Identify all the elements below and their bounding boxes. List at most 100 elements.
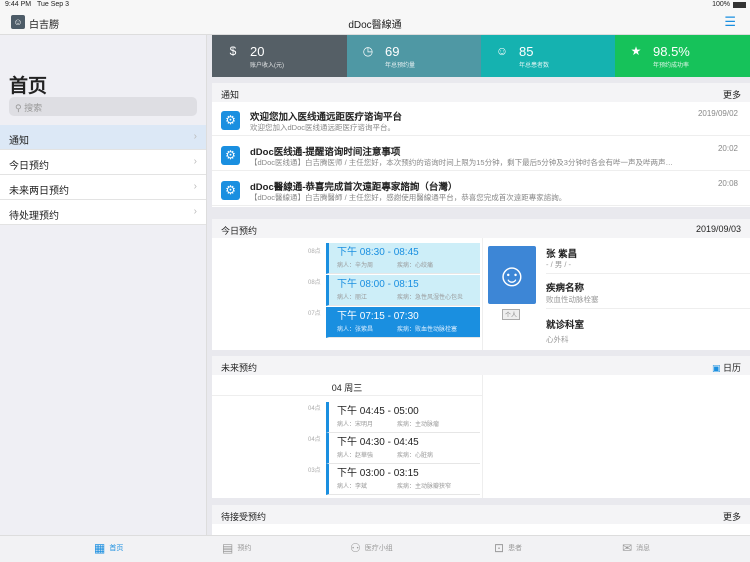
appointment-patient: 病人：李斌 [337,484,368,490]
appointment-disease: 疾病：心脏病 [397,453,434,459]
notice-more-link[interactable]: 更多 [723,88,741,101]
battery-level: 100% [712,1,730,8]
appointment-time: 下午 03:00 - 03:15 [337,468,419,479]
future-day: 04 周三 [331,383,363,393]
stat-value: 98.5% [653,44,690,59]
patient-avatar-icon: ☺ [488,246,536,304]
sidebar-item-pending[interactable]: 待处理预约 › [0,200,206,225]
tab-appointments[interactable]: ▤ 预约 [222,540,251,556]
chevron-right-icon: › [193,181,197,192]
appointment-disease: 疾病：急性风湿性心包炎 [397,295,464,301]
appointment-card-selected[interactable]: 下午 07:15 - 07:30 病人：张紫昌 疾病：败血性动脉栓塞 [326,307,480,338]
stat-label: 账户收入(元) [250,63,284,69]
stat-label: 年总预约量 [385,63,416,69]
sidebar-item-label: 通知 [9,136,29,147]
sidebar-item-notice[interactable]: 通知 › [0,125,206,150]
divider [546,273,750,274]
section-title: 待接受预约 [221,512,267,522]
appointment-time: 下午 07:15 - 07:30 [337,311,419,322]
appointment-disease: 疾病：心绞痛 [397,263,434,269]
tab-messages[interactable]: ✉ 消息 [622,540,650,556]
hour-label: 08点 [308,249,321,255]
disease-label: 疾病名称 [546,283,585,294]
stat-appointments[interactable]: ◷ 69 年总预约量 [347,35,481,77]
appointment-patient: 病人：辛为周 [337,263,374,269]
dept-label: 就诊科室 [546,320,585,331]
notice-summary: 【dDoc医线通】白吉腾医师 / 主任您好，本次预约的谘询时间上限为15分钟，剩… [250,158,673,167]
section-title: 未来预约 [221,363,258,373]
battery-icon [733,2,746,8]
patient-meta: - / 男 / - [546,260,571,269]
pending-header: 待接受预约 更多 [212,505,750,524]
stat-patients[interactable]: ☺ 85 年总患者数 [481,35,615,77]
notice-item[interactable]: ⚙ dDoc醫線通-恭喜完成首次遠距專家諮詢（台灣） 【dDoc醫線通】白吉腾醫師 … [212,172,750,206]
tab-patients[interactable]: ⊡ 患者 [494,540,522,556]
gear-icon: ⚙ [221,181,240,200]
divider [546,308,750,309]
hour-label: 04点 [308,437,321,443]
tab-label: 预约 [237,544,252,552]
notice-header: 通知 更多 [212,83,750,102]
sidebar: 首页 ⚲ 搜索 通知 › 今日预约 › 未来两日预约 › 待处理预约 › [0,35,207,535]
appointment-card[interactable]: 下午 08:30 - 08:45 病人：辛为周 疾病：心绞痛 [326,243,480,274]
team-icon: ⚇ [350,541,361,555]
notice-title: dDoc医线通-提醒谘询时间注意事项 [250,147,401,158]
hour-label: 07点 [308,311,321,317]
gear-icon: ⚙ [221,146,240,165]
divider [482,238,483,350]
today-header: 今日预约 2019/09/03 [212,219,750,238]
appointment-time: 下午 04:30 - 04:45 [337,437,419,448]
search-placeholder: 搜索 [24,103,43,113]
home-icon: ▦ [94,541,106,555]
calendar-button[interactable]: ▣ 日历 [712,361,741,374]
section-title: 今日预约 [221,226,258,236]
appointment-disease: 疾病：败血性动脉栓塞 [397,327,458,333]
chevron-right-icon: › [193,131,197,142]
stat-value: 20 [250,44,265,59]
tab-label: 消息 [636,544,651,552]
menu-icon[interactable]: ☰ [724,15,736,28]
appointment-card[interactable]: 下午 03:00 - 03:15 病人：李斌 疾病：主动脉瓣狭窄 [326,464,480,495]
search-icon: ⚲ [15,103,25,113]
future-header: 未来预约 ▣ 日历 [212,356,750,375]
iv-bag-icon: ⊡ [494,541,505,555]
future-panel: 04 周三 04点 下午 04:45 - 05:00 病人：宋明月 疾病：主动脉瘤 … [212,375,750,498]
sidebar-item-today[interactable]: 今日预约 › [0,150,206,175]
notice-date: 2019/09/02 [697,109,738,118]
stat-success-rate[interactable]: ★ 98.5% 年预约成功率 [615,35,750,77]
pending-more-link[interactable]: 更多 [723,510,741,523]
disease-value: 败血性动脉栓塞 [546,295,599,304]
appointment-patient: 病人：宋明月 [337,422,374,428]
calendar-clock-icon: ▤ [222,541,234,555]
appointment-card[interactable]: 下午 04:30 - 04:45 病人：赵華強 疾病：心脏病 [326,433,480,464]
chevron-right-icon: › [193,206,197,217]
appointment-patient: 病人：丽江 [337,295,368,301]
appointment-disease: 疾病：主动脉瘤 [397,422,440,428]
notice-item[interactable]: ⚙ dDoc医线通-提醒谘询时间注意事项 【dDoc医线通】白吉腾医师 / 主任您好… [212,137,750,171]
patient-name: 张 紫昌 [546,249,578,260]
status-time: 9:44 PM [5,1,32,8]
tab-home[interactable]: ▦ 首页 [94,540,123,556]
tab-medical-team[interactable]: ⚇ 医疗小组 [350,540,393,556]
appointment-disease: 疾病：主动脉瓣狭窄 [397,484,452,490]
stat-value: 85 [519,44,534,59]
notice-date: 20:02 [717,144,738,153]
appointment-card[interactable]: 下午 08:00 - 08:15 病人：丽江 疾病：急性风湿性心包炎 [326,275,480,306]
sidebar-item-label: 未来两日预约 [9,186,69,197]
status-bar: 9:44 PM Tue Sep 3 100% [0,0,750,10]
navigation-bar: ☺ 白吉朥 dDoc醫線通 ☰ [0,10,750,35]
appointment-time: 下午 04:45 - 05:00 [337,406,419,417]
hour-label: 03点 [308,468,321,474]
money-icon: $ [229,44,237,58]
patient-tag: 个人 [502,309,521,320]
future-day-header: 04 周三 [212,375,482,396]
sidebar-item-next-two-days[interactable]: 未来两日预约 › [0,175,206,200]
stat-label: 年预约成功率 [653,63,690,69]
appointment-card[interactable]: 下午 04:45 - 05:00 病人：宋明月 疾病：主动脉瘤 [326,402,480,433]
star-icon: ★ [630,44,642,58]
stat-income[interactable]: $20 账户收入(元) [212,35,347,77]
sidebar-title: 首页 [9,76,48,97]
notice-date: 20:08 [717,179,738,188]
notice-item[interactable]: ⚙ 欢迎您加入医线通远距医疗谘询平台 欢迎您加入dDoc医线通远距医疗谘询平台。 20… [212,102,750,136]
search-input[interactable]: ⚲ 搜索 [9,97,197,116]
